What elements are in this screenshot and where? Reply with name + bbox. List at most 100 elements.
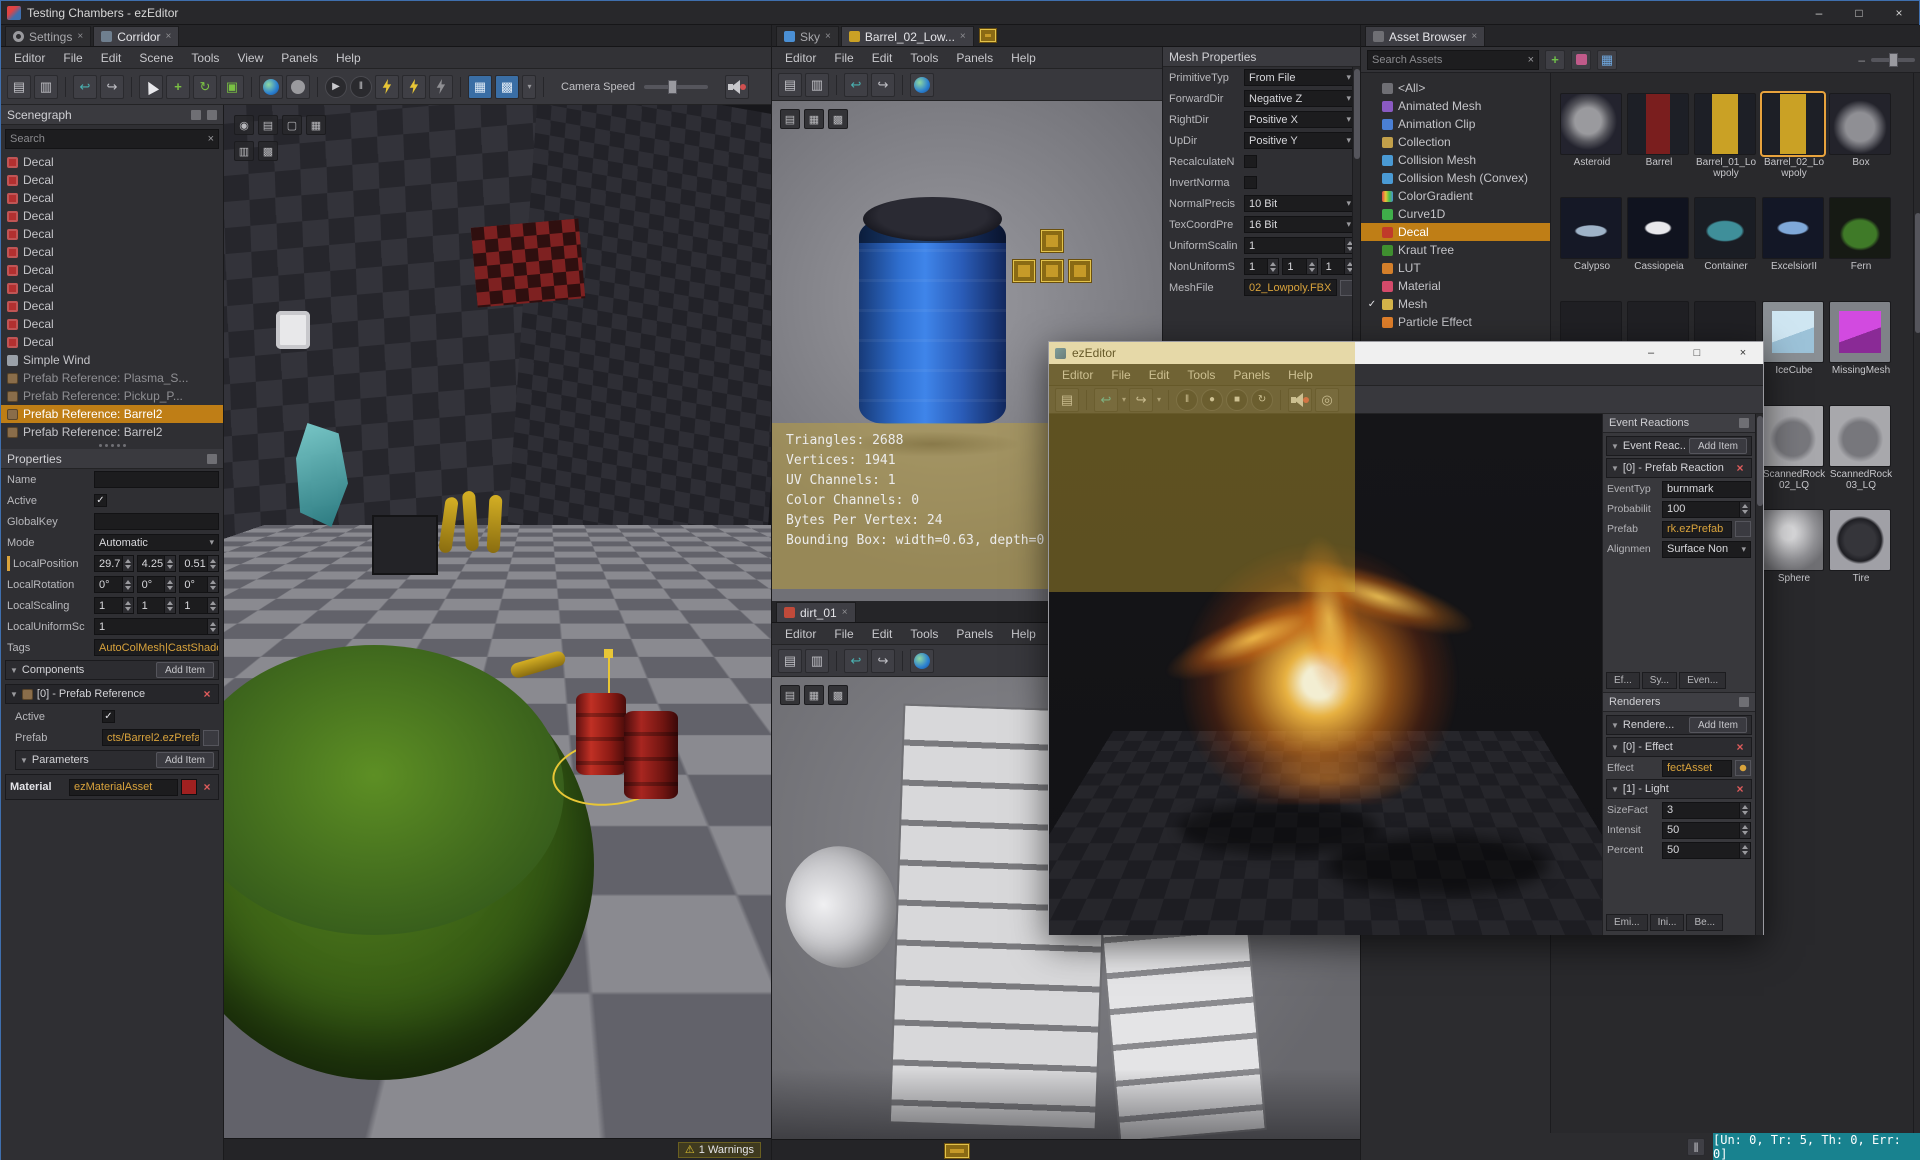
normal-precision-select[interactable]: 10 Bit [1244,195,1356,212]
mesh-file-field[interactable]: 02_Lowpoly.FBX [1244,279,1337,296]
asset-thumbnail[interactable] [1829,197,1891,259]
particle-preview-viewport[interactable] [1049,414,1602,935]
save-icon[interactable]: ▤ [1055,387,1079,412]
grid-view-icon[interactable]: ▦ [1597,49,1617,70]
component-prefab-reference[interactable]: ▼ [0] - Prefab Reference × [5,684,219,704]
scenegraph-item-decal[interactable]: Decal [1,315,223,333]
position-z-input[interactable]: 0.51 [179,555,220,572]
record-icon[interactable]: ● [1201,388,1224,411]
close-tab-icon[interactable]: × [166,31,172,42]
intensity-input[interactable]: 50 [1662,821,1751,839]
restart-icon[interactable]: ↻ [1251,388,1274,411]
scenegraph-item-decal[interactable]: Decal [1,243,223,261]
menu-help[interactable]: Help [1279,364,1322,385]
asset-thumbnail[interactable] [1760,91,1826,157]
scenegraph-item-decal[interactable]: Decal [1,333,223,351]
asset-card[interactable]: Barrel_01_Lowpoly [1694,93,1758,179]
world-icon[interactable] [259,74,283,99]
grid-icon[interactable]: ▦ [804,109,824,129]
menu-editor[interactable]: Editor [776,47,825,68]
panel-splitter[interactable] [1,441,223,449]
mesh-properties-header[interactable]: Mesh Properties [1163,47,1360,67]
scenegraph-item-prefab[interactable]: Prefab Reference: Barrel2 [1,423,223,441]
add-parameter-button[interactable]: Add Item [155,752,214,768]
renderers-header[interactable]: ▼ Rendere... Add Item [1606,715,1752,735]
asset-card[interactable]: MissingMesh [1829,301,1893,376]
renderers-panel-title[interactable]: Renderers [1603,693,1755,712]
asset-card[interactable]: ExcelsiorII [1762,197,1826,272]
alignment-select[interactable]: Surface Non [1662,540,1751,558]
bolt-icon[interactable] [402,74,426,99]
remove-reaction-button[interactable]: × [1733,461,1747,475]
event-reactions-header[interactable]: ▼ Event Reac... Add Item [1606,436,1752,456]
zoom-out-icon[interactable]: – [1858,53,1865,67]
filter-kraut-tree[interactable]: Kraut Tree [1361,241,1550,259]
film-icon[interactable]: ▥ [234,141,254,161]
expander-icon[interactable]: ▼ [1611,785,1619,794]
forward-dir-select[interactable]: Negative Z [1244,90,1356,107]
asset-thumbnail[interactable] [1762,197,1824,259]
open-icon[interactable]: ▥ [805,72,829,97]
save-icon[interactable]: ▤ [778,72,802,97]
close-tab-icon[interactable]: × [825,31,831,42]
undo-icon[interactable]: ↩ [73,74,97,99]
snap-grid-icon[interactable]: ▦ [468,74,492,99]
scale-x-input[interactable]: 1 [1244,258,1280,275]
filter-decal-selected[interactable]: Decal [1361,223,1550,241]
probability-input[interactable]: 100 [1662,500,1751,518]
remove-renderer-button[interactable]: × [1733,782,1747,796]
expander-icon[interactable]: ▼ [1611,743,1619,752]
prefab-asset-field[interactable]: rk.ezPrefab [1662,520,1732,538]
minimize-button[interactable]: – [1799,1,1839,24]
prefab-asset-field[interactable]: cts/Barrel2.ezPrefab [102,729,200,746]
menu-tools[interactable]: Tools [901,47,947,68]
menu-scene[interactable]: Scene [130,47,182,68]
redo-icon[interactable]: ↪ [871,648,895,673]
tab-asset-browser[interactable]: Asset Browser × [1365,26,1486,46]
asset-card[interactable]: Container [1694,197,1758,272]
close-tab-icon[interactable]: × [77,31,83,42]
menu-edit[interactable]: Edit [863,47,902,68]
asset-thumbnail[interactable] [1627,197,1689,259]
mode-select[interactable]: Automatic [94,534,219,551]
scenegraph-panel-header[interactable]: Scenegraph [1,105,223,125]
menu-edit[interactable]: Edit [92,47,131,68]
filter-colorgradient[interactable]: ColorGradient [1361,187,1550,205]
event-type-input[interactable]: burnmark [1662,480,1751,498]
name-input[interactable] [94,471,219,488]
scenegraph-item-decal[interactable]: Decal [1,297,223,315]
pause-simulation-icon[interactable]: ‖ [350,75,372,98]
speaker-icon[interactable] [725,74,749,99]
filter-material[interactable]: Material [1361,277,1550,295]
particle-window-titlebar[interactable]: ezEditor – □ × [1049,342,1763,364]
rotation-y-input[interactable]: 0° [136,576,177,593]
layers-icon[interactable]: ▩ [258,141,278,161]
menu-edit[interactable]: Edit [863,623,902,644]
remove-renderer-button[interactable]: × [1733,740,1747,754]
clear-search-icon[interactable]: × [1528,54,1534,66]
asset-card[interactable]: Cassiopeia [1627,197,1691,272]
particle-editor-window[interactable]: ezEditor – □ × Editor File Edit Tools Pa… [1048,341,1764,935]
translate-gizmo-icon[interactable]: + [166,74,190,99]
menu-editor[interactable]: Editor [5,47,54,68]
scenegraph-item-decal[interactable]: Decal [1,279,223,297]
component-active-checkbox[interactable]: ✓ [102,710,115,723]
redo-icon[interactable]: ↪ [871,72,895,97]
uniform-scaling-input[interactable]: 1 [94,618,219,635]
asset-card-selected[interactable]: Barrel_02_Lowpoly [1760,91,1826,179]
browse-prefab-button[interactable] [203,729,219,746]
scrollbar-thumb[interactable] [1756,416,1763,506]
asset-thumbnail[interactable] [1829,301,1891,363]
asset-thumbnail[interactable] [1762,301,1824,363]
menu-tools[interactable]: Tools [901,623,947,644]
asset-card[interactable]: Fern [1829,197,1893,272]
tab-initializers[interactable]: Ini... [1649,914,1685,931]
views-icon[interactable]: ▤ [780,685,800,705]
scale-y-input[interactable]: 1 [1282,258,1318,275]
asset-card[interactable]: Asteroid [1560,93,1624,168]
texcoord-precision-select[interactable]: 16 Bit [1244,216,1356,233]
filter-all[interactable]: <All> [1361,79,1550,97]
rotate-gizmo-icon[interactable]: ↻ [193,74,217,99]
scenegraph-item-wind[interactable]: Simple Wind [1,351,223,369]
prefab-reaction-item[interactable]: ▼ [0] - Prefab Reaction × [1606,458,1752,478]
